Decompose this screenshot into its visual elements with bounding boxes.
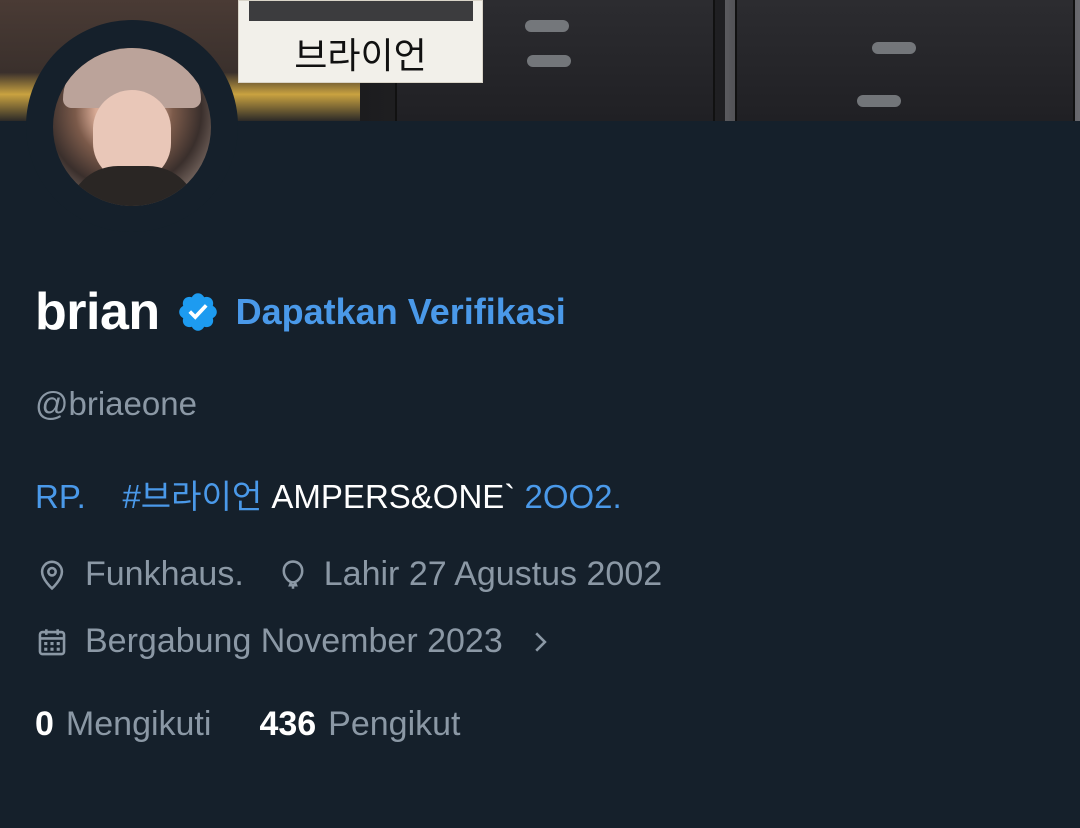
name-row: brian Dapatkan Verifikasi — [35, 282, 566, 342]
bio-text: AMPERS&ONE` — [271, 478, 516, 515]
following-count: 0 — [35, 705, 54, 743]
get-verified-link[interactable]: Dapatkan Verifikasi — [236, 291, 566, 333]
followers-link[interactable]: 436 Pengikut — [259, 705, 460, 744]
profile-page: 브라이언 brian Dapatkan Verifikasi @briaeone… — [0, 0, 1080, 828]
username-handle: @briaeone — [35, 385, 197, 422]
display-name: brian — [35, 283, 160, 341]
banner-coat-right — [735, 0, 1075, 121]
followers-label: Pengikut — [328, 705, 461, 743]
bio-link-year[interactable]: 2OO2. — [524, 478, 621, 515]
calendar-icon — [38, 628, 66, 655]
chevron-right-icon[interactable] — [527, 629, 553, 655]
follow-stats: 0 Mengikuti 436 Pengikut — [35, 705, 461, 744]
bio-hashtag[interactable]: #브라이언 — [122, 478, 262, 515]
profile-meta-row-2: Bergabung November 2023 — [35, 622, 553, 661]
location-text: Funkhaus. — [85, 555, 244, 593]
avatar[interactable] — [53, 48, 211, 206]
profile-meta-row-1: Funkhaus. Lahir 27 Agustus 2002 — [35, 555, 662, 594]
banner-name-text: 브라이언 — [294, 36, 427, 77]
verified-badge-icon[interactable] — [176, 290, 220, 334]
following-link[interactable]: 0 Mengikuti — [35, 705, 211, 744]
birth-date-text: Lahir 27 Agustus 2002 — [323, 555, 663, 593]
joined-date-text: Bergabung November 2023 — [85, 622, 503, 660]
location-pin-icon — [40, 560, 64, 590]
followers-count: 436 — [259, 705, 317, 743]
banner-name-card: 브라이언 — [238, 0, 483, 83]
balloon-icon — [282, 559, 304, 589]
profile-bio: RP. #브라이언 AMPERS&ONE` 2OO2. — [35, 470, 622, 518]
following-label: Mengikuti — [65, 705, 212, 743]
bio-link-rp[interactable]: RP. — [35, 478, 86, 515]
